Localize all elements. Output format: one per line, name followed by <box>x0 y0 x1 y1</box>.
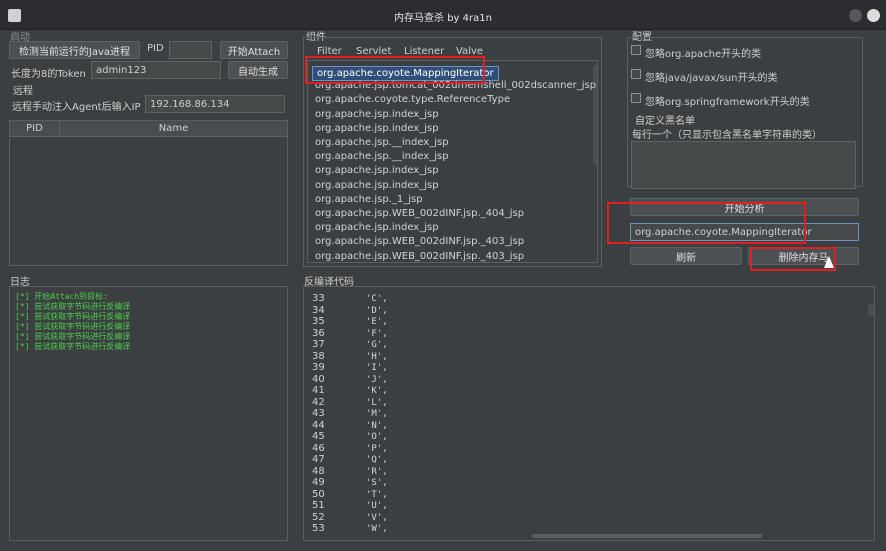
code-line-text: 'H', <box>366 351 388 362</box>
process-table[interactable]: PID Name <box>9 120 288 266</box>
code-line-text: 'V', <box>366 512 388 523</box>
code-line-text: 'N', <box>366 420 388 431</box>
code-line-text: 'T', <box>366 489 388 500</box>
ignore-apache-label: 忽略org.apache开头的类 <box>645 49 762 60</box>
window-title: 内存马查杀 by 4ra1n <box>394 13 492 24</box>
component-list-item[interactable]: org.apache.jsp.index_jsp <box>315 123 439 134</box>
code-line-text: 'W', <box>366 524 388 534</box>
code-line-text: 'D', <box>366 305 388 316</box>
code-line-text: 'R', <box>366 466 388 477</box>
code-line-number: 36 <box>312 327 325 339</box>
component-list-item[interactable]: org.apache.jsp.WEB_002dINF.jsp._403_jsp <box>315 251 524 262</box>
code-line-number: 49 <box>312 477 325 488</box>
component-list-item[interactable]: org.apache.jsp.index_jsp <box>315 165 439 176</box>
remote-label: 远程 <box>13 86 33 97</box>
component-list-item[interactable]: org.apache.jsp.index_jsp <box>315 222 439 233</box>
code-line-text: 'U', <box>366 501 388 511</box>
component-list-item[interactable]: org.apache.jsp.__index_jsp <box>315 137 449 148</box>
code-line-text: 'O', <box>366 432 388 442</box>
code-line-number: 38 <box>312 350 325 362</box>
highlight-selected-class <box>305 56 485 84</box>
code-line-text: 'K', <box>366 386 388 396</box>
log-line: [*] 尝试获取字节码进行反编译 <box>15 342 131 351</box>
code-line-number: 39 <box>312 362 325 373</box>
code-line-number: 50 <box>312 488 325 500</box>
code-line-text: 'E', <box>366 317 388 327</box>
code-line-number: 43 <box>312 408 325 419</box>
blacklist-hint: 每行一个（只显示包含黑名单字符串的类） <box>632 130 822 141</box>
token-input[interactable]: admin123 <box>91 61 221 79</box>
pid-input[interactable] <box>169 41 212 59</box>
minimize-icon[interactable] <box>849 9 862 22</box>
code-line-number: 34 <box>312 304 325 316</box>
code-line-text: 'I', <box>366 363 388 373</box>
code-line-text: 'L', <box>366 397 388 408</box>
refresh-button[interactable]: 刷新 <box>630 247 742 265</box>
code-line-number: 45 <box>312 431 325 442</box>
code-line-text: 'J', <box>366 374 388 385</box>
code-line-number: 52 <box>312 511 325 523</box>
title-bar: 内存马查杀 by 4ra1n <box>0 0 886 30</box>
code-line-number: 44 <box>312 419 325 431</box>
auto-generate-button[interactable]: 自动生成 <box>228 61 288 79</box>
detect-java-process-button[interactable]: 检测当前运行的Java进程 <box>9 41 140 59</box>
code-hscrollbar[interactable] <box>532 534 762 538</box>
components-list[interactable]: org.apache.coyote.MappingIterator org.apa… <box>307 60 598 263</box>
blacklist-textarea[interactable] <box>631 141 856 189</box>
remote-ip-input[interactable]: 192.168.86.134 <box>145 95 285 113</box>
code-line-text: 'F', <box>366 328 388 339</box>
code-line-text: 'S', <box>366 478 388 488</box>
code-line-number: 37 <box>312 339 325 350</box>
code-line-text: 'M', <box>366 409 388 419</box>
code-line-number: 48 <box>312 465 325 477</box>
remote-ip-label: 远程手动注入Agent后输入IP <box>12 102 141 113</box>
code-line-number: 41 <box>312 385 325 396</box>
code-line-number: 33 <box>312 293 325 304</box>
code-line-number: 35 <box>312 316 325 327</box>
close-icon[interactable] <box>867 9 880 22</box>
code-line-text: 'C', <box>366 294 388 304</box>
blacklist-label: 自定义黑名单 <box>635 116 695 127</box>
code-line-number: 47 <box>312 454 325 465</box>
code-line-text: 'G', <box>366 340 388 350</box>
ignore-java-checkbox[interactable] <box>631 69 641 79</box>
start-attach-button[interactable]: 开始Attach <box>220 41 288 59</box>
ignore-java-label: 忽略java/javax/sun开头的类 <box>645 73 778 84</box>
component-list-item[interactable]: org.apache.jsp.WEB_002dINF.jsp._404_jsp <box>315 208 524 219</box>
mouse-cursor-icon <box>824 256 834 268</box>
component-list-item[interactable]: org.apache.jsp.__index_jsp <box>315 151 449 162</box>
component-list-item[interactable]: org.apache.coyote.type.ReferenceType <box>315 94 510 105</box>
component-list-item[interactable]: org.apache.jsp.index_jsp <box>315 109 439 120</box>
code-line-text: 'P', <box>366 443 388 454</box>
code-scrollbar[interactable] <box>868 303 874 317</box>
code-line-number: 46 <box>312 442 325 454</box>
name-column-header[interactable]: Name <box>60 121 288 137</box>
log-panel[interactable]: [*] 开始Attach到目标: [*] 尝试获取字节码进行反编译 [*] 尝试获取… <box>9 286 288 541</box>
component-list-item[interactable]: org.apache.jsp._1_jsp <box>315 194 423 205</box>
ignore-spring-label: 忽略org.springframework开头的类 <box>645 97 810 108</box>
ignore-spring-checkbox[interactable] <box>631 93 641 103</box>
main-window: 内存马查杀 by 4ra1n 启动 检测当前运行的Java进程 PID 开始At… <box>0 0 886 551</box>
code-line-number: 53 <box>312 523 325 534</box>
code-line-text: 'Q', <box>366 455 388 465</box>
ignore-apache-checkbox[interactable] <box>631 45 641 55</box>
code-line-number: 40 <box>312 373 325 385</box>
decompile-code-panel[interactable]: 33 'C', 34 'D', 35 'E', 36 'F', 37 'G', 38 'H', 39 'I… <box>303 286 875 541</box>
component-list-item[interactable]: org.apache.jsp.WEB_002dINF.jsp._403_jsp <box>315 236 524 247</box>
component-list-item[interactable]: org.apache.jsp.index_jsp <box>315 180 439 191</box>
highlight-analyze-area <box>607 202 806 244</box>
token-label: 长度为8的Token <box>11 69 86 80</box>
pid-column-header[interactable]: PID <box>10 121 60 137</box>
pid-label: PID <box>147 43 164 54</box>
code-line-number: 51 <box>312 500 325 511</box>
code-line-number: 42 <box>312 396 325 408</box>
